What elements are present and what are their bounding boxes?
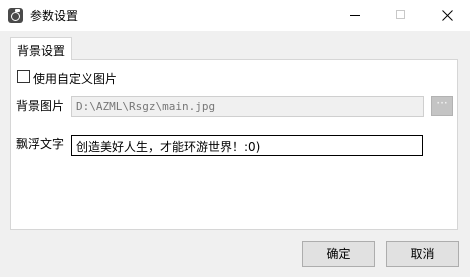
minimize-button[interactable]	[332, 0, 378, 31]
use-custom-image-checkbox[interactable]	[17, 70, 30, 83]
maximize-button[interactable]	[378, 0, 424, 31]
browse-button[interactable]: ···	[431, 96, 453, 116]
close-button[interactable]	[424, 0, 470, 31]
use-custom-image-label[interactable]: 使用自定义图片	[33, 70, 117, 87]
settings-dialog: 参数设置 背景设置 使用自定义图片 背景图片 D:\AZML\Rsgz\main…	[0, 0, 470, 277]
window-title: 参数设置	[30, 9, 79, 23]
tab-background-settings[interactable]: 背景设置	[10, 37, 72, 60]
floating-text-label: 飘浮文字	[16, 137, 65, 151]
background-image-label: 背景图片	[16, 99, 65, 113]
background-image-path-field[interactable]: D:\AZML\Rsgz\main.jpg	[71, 96, 424, 117]
floating-text-field[interactable]: 创造美好人生，才能环游世界！:0)	[71, 135, 423, 156]
ok-button[interactable]: 确定	[302, 241, 375, 267]
camera-icon	[8, 8, 23, 23]
cancel-button[interactable]: 取消	[386, 241, 459, 267]
close-icon	[442, 10, 453, 21]
tab-label: 背景设置	[17, 44, 66, 58]
title-bar[interactable]: 参数设置	[0, 0, 470, 31]
